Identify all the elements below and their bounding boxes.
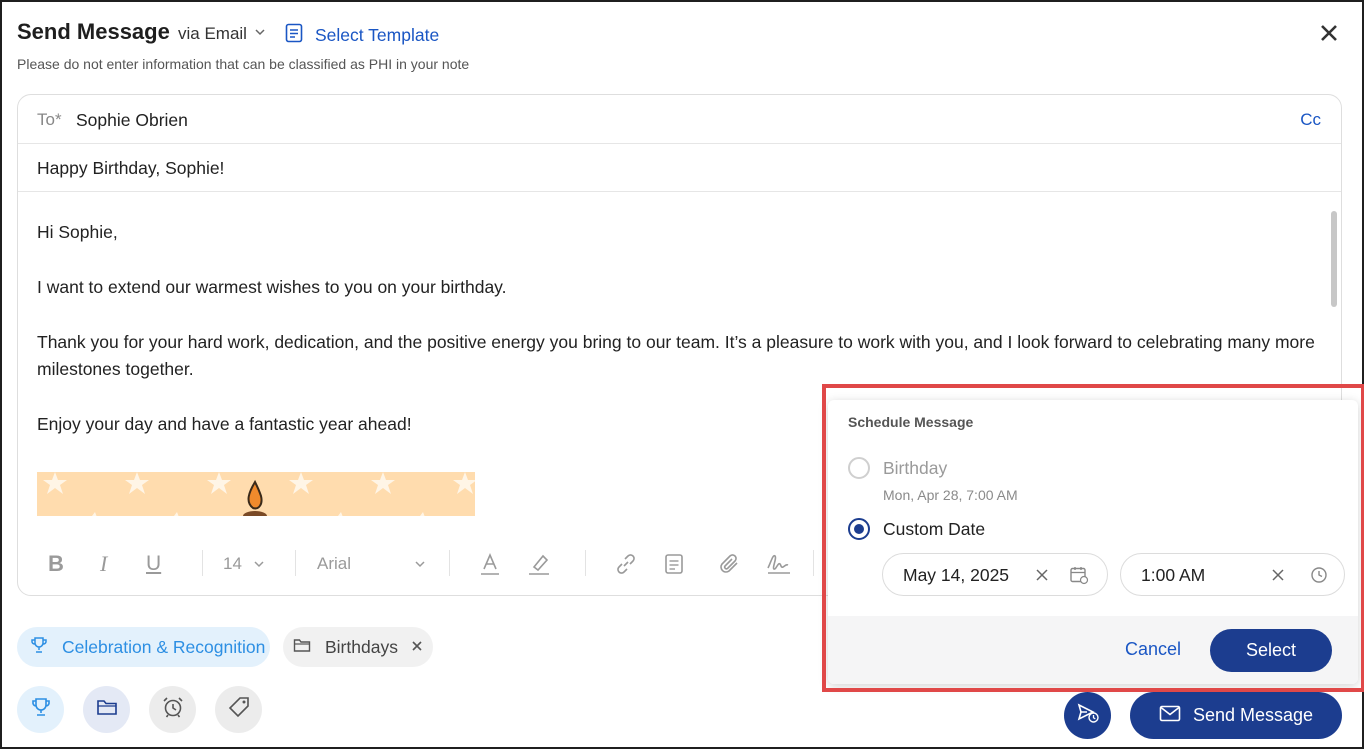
recipient-field[interactable]: Sophie Obrien <box>76 110 188 131</box>
to-row: To* Sophie Obrien Cc <box>18 95 1341 144</box>
folder-label: Birthdays <box>325 636 398 657</box>
schedule-send-button[interactable] <box>1064 692 1111 739</box>
trophy-icon <box>30 696 52 723</box>
close-icon[interactable] <box>1316 20 1342 46</box>
category-button[interactable] <box>17 686 64 733</box>
folder-icon <box>96 697 118 722</box>
font-size-select[interactable]: 14 <box>223 540 266 588</box>
date-field[interactable]: May 14, 2025 <box>882 553 1108 596</box>
channel-label: via Email <box>178 24 247 43</box>
time-field[interactable]: 1:00 AM <box>1120 553 1345 596</box>
tag-button[interactable] <box>215 686 262 733</box>
link-icon[interactable] <box>614 540 638 588</box>
underline-icon[interactable]: U <box>146 540 161 588</box>
custom-date-option-label: Custom Date <box>883 519 986 539</box>
send-message-button[interactable]: Send Message <box>1130 692 1342 739</box>
font-family-select[interactable]: Arial <box>317 540 427 588</box>
schedule-message-popover: Schedule Message Birthday Mon, Apr 28, 7… <box>828 400 1358 684</box>
remove-folder-icon[interactable] <box>410 637 424 658</box>
category-chip[interactable]: Celebration & Recognition <box>17 627 270 667</box>
body-paragraph: Thank you for your hard work, dedication… <box>37 332 1315 379</box>
trophy-icon <box>30 636 48 659</box>
channel-dropdown[interactable]: via Email <box>178 24 267 44</box>
scheduled-send-icon <box>1076 702 1100 729</box>
custom-date-radio[interactable] <box>848 518 870 540</box>
chevron-down-icon <box>254 561 264 568</box>
category-label: Celebration & Recognition <box>62 636 266 657</box>
to-label: To* <box>37 110 62 129</box>
bold-icon[interactable]: B <box>48 540 64 588</box>
birthday-option-datetime: Mon, Apr 28, 7:00 AM <box>883 487 1018 503</box>
schedule-reminder-button[interactable] <box>149 686 196 733</box>
select-template-label: Select Template <box>315 25 440 45</box>
text-color-icon[interactable] <box>480 540 500 588</box>
birthday-banner-image <box>37 472 475 516</box>
clear-date-icon[interactable] <box>1034 567 1050 588</box>
highlight-icon[interactable] <box>528 540 550 588</box>
date-value: May 14, 2025 <box>903 565 1010 585</box>
signature-icon[interactable] <box>766 540 792 588</box>
tag-icon <box>228 696 250 723</box>
time-value: 1:00 AM <box>1141 565 1206 585</box>
chevron-down-icon <box>415 561 425 568</box>
body-paragraph: I want to extend our warmest wishes to y… <box>37 277 507 297</box>
template-insert-icon[interactable] <box>664 540 684 588</box>
body-scrollbar[interactable] <box>1331 211 1337 307</box>
cancel-button[interactable]: Cancel <box>1125 639 1181 660</box>
phi-warning: Please do not enter information that can… <box>17 56 470 72</box>
subject-row: Happy Birthday, Sophie! <box>18 144 1341 192</box>
cc-link[interactable]: Cc <box>1300 110 1321 130</box>
template-icon <box>285 23 303 48</box>
dialog-title: Send Message <box>17 19 170 44</box>
send-message-dialog: Send Message via Email Select Template P… <box>0 0 1364 749</box>
folder-chip[interactable]: Birthdays <box>283 627 433 667</box>
folder-button[interactable] <box>83 686 130 733</box>
clock-icon[interactable] <box>1310 566 1328 589</box>
clear-time-icon[interactable] <box>1270 567 1286 588</box>
chevron-down-icon <box>253 24 267 44</box>
calendar-icon[interactable] <box>1069 565 1089 590</box>
attachment-icon[interactable] <box>718 540 742 588</box>
alarm-clock-icon <box>161 695 185 724</box>
send-message-label: Send Message <box>1192 705 1314 725</box>
folder-icon <box>293 637 311 658</box>
select-button[interactable]: Select <box>1210 629 1332 672</box>
select-template-button[interactable]: Select Template <box>285 23 439 48</box>
birthday-option-label: Birthday <box>883 458 948 478</box>
popover-title: Schedule Message <box>848 414 974 430</box>
font-size-value: 14 <box>223 554 242 573</box>
popover-footer: Cancel Select <box>828 616 1358 684</box>
subject-field[interactable]: Happy Birthday, Sophie! <box>37 158 224 179</box>
italic-icon[interactable]: I <box>100 540 107 588</box>
body-paragraph: Hi Sophie, <box>37 222 118 242</box>
mail-icon <box>1159 705 1181 727</box>
font-family-value: Arial <box>317 554 352 573</box>
birthday-radio[interactable] <box>848 457 870 479</box>
